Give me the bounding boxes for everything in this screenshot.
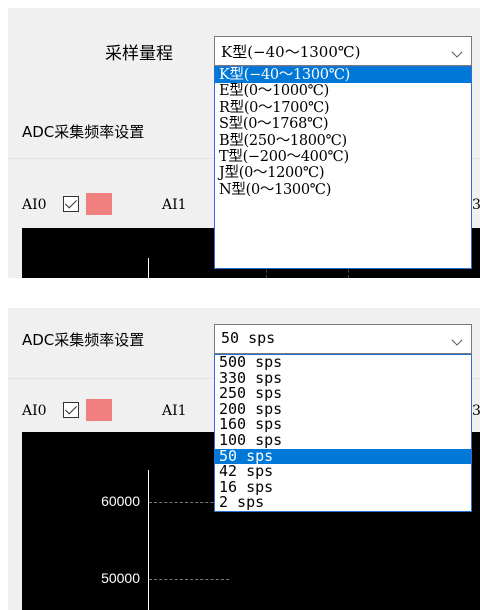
channel-clipped-label: 3: [472, 197, 480, 213]
plot-y-axis: [148, 470, 149, 610]
channel-ai0-checkbox[interactable]: [63, 196, 79, 212]
panel-adc-rate: ADC采集频率设置 50 sps AI0 AI1 3 60000 50000 5…: [8, 308, 480, 610]
plot-y-axis: [148, 258, 149, 278]
range-option[interactable]: B型(250～1800℃): [215, 133, 471, 149]
panel-thermocouple-range: 采样量程 K型(−40～1300℃) ADC采集频率设置 AI0 AI1 3 K…: [8, 8, 480, 278]
range-option[interactable]: R型(0～1700℃): [215, 100, 471, 116]
range-option[interactable]: N型(0～1300℃): [215, 182, 471, 198]
adc-rate-dropdown-list[interactable]: 500 sps 330 sps 250 sps 200 sps 160 sps …: [214, 354, 472, 512]
adc-rate-option[interactable]: 2 sps: [215, 495, 471, 511]
channel-ai0-label: AI0: [22, 403, 47, 419]
channel-ai0-color-swatch[interactable]: [86, 193, 112, 215]
channel-ai1-label: AI1: [162, 197, 187, 213]
adc-rate-combo-value: 50 sps: [221, 329, 276, 347]
range-combo[interactable]: K型(−40～1300℃): [214, 36, 472, 66]
range-option[interactable]: S型(0～1768℃): [215, 116, 471, 132]
range-combo-value: K型(−40～1300℃): [221, 43, 361, 61]
plot-grid-line: [149, 579, 229, 580]
range-option[interactable]: K型(−40～1300℃): [215, 67, 471, 84]
channel-ai1-label: AI1: [162, 403, 187, 419]
range-option[interactable]: T型(−200～400℃): [215, 149, 471, 165]
channel-ai0-label: AI0: [22, 197, 47, 213]
range-dropdown-list[interactable]: K型(−40～1300℃) E型(0～1000℃) R型(0～1700℃) S型…: [214, 66, 472, 269]
channel-clipped-label: 3: [472, 403, 480, 419]
adc-label: ADC采集频率设置: [22, 331, 145, 349]
adc-rate-combo[interactable]: 50 sps: [214, 324, 472, 354]
range-option[interactable]: E型(0～1000℃): [215, 83, 471, 99]
range-label: 采样量程: [105, 44, 173, 64]
channel-ai0-color-swatch[interactable]: [86, 399, 112, 421]
chevron-down-icon[interactable]: [451, 46, 463, 58]
channel-ai0-checkbox[interactable]: [63, 402, 79, 418]
y-tick-label: 50000: [101, 570, 140, 586]
chevron-down-icon[interactable]: [451, 334, 463, 346]
adc-label: ADC采集频率设置: [22, 123, 145, 141]
y-tick-label: 60000: [101, 493, 140, 509]
range-option[interactable]: J型(0～1200℃): [215, 165, 471, 181]
